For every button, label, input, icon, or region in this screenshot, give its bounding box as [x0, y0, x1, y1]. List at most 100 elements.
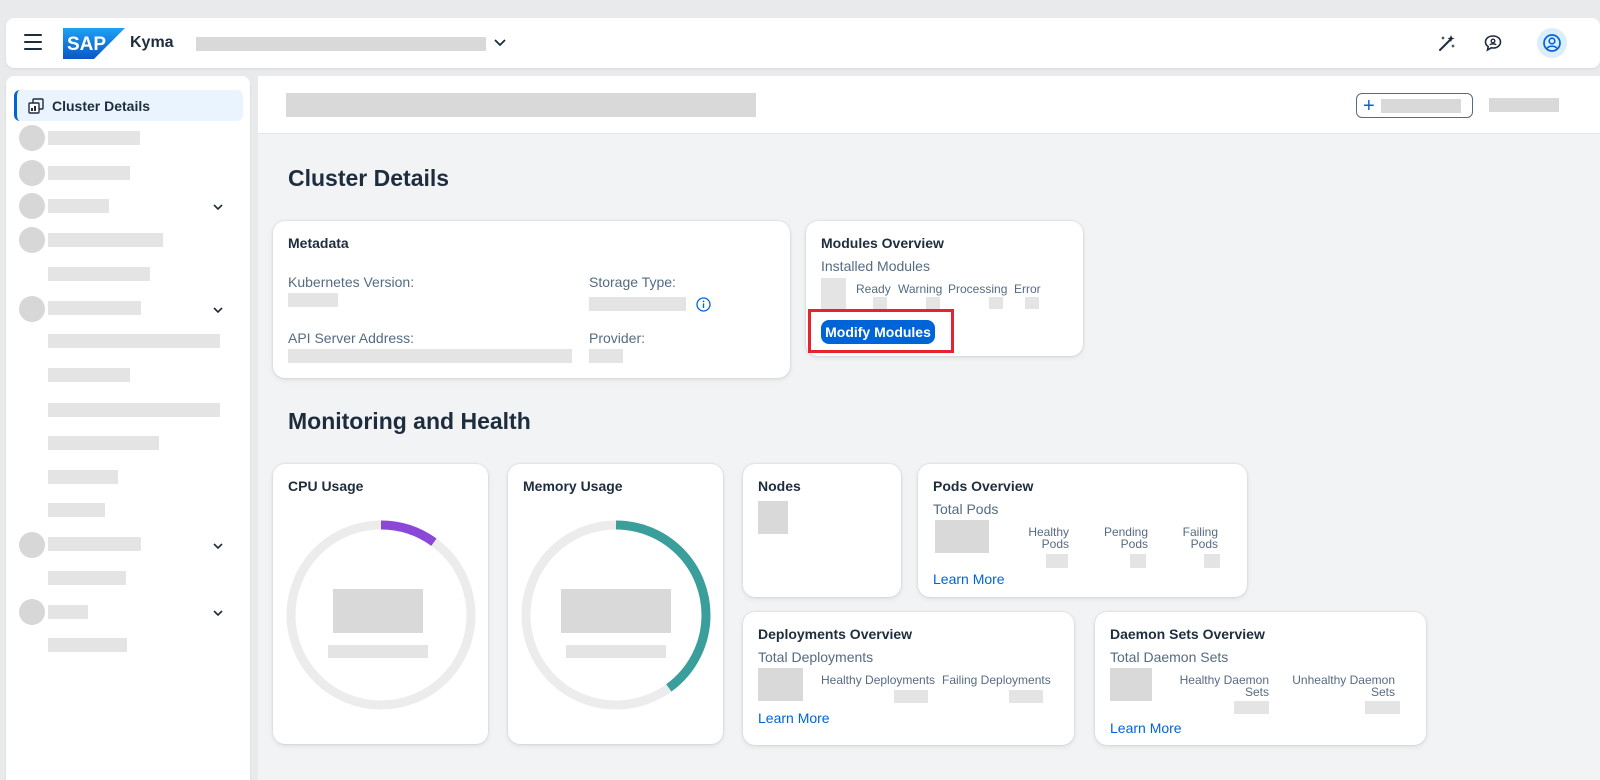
feedback-icon[interactable]: [1480, 30, 1506, 56]
sidebar-item-placeholder[interactable]: [48, 301, 141, 315]
sidebar-subitem-placeholder[interactable]: [48, 267, 150, 281]
info-icon[interactable]: [696, 297, 711, 312]
memory-usage-card: Memory Usage: [508, 464, 723, 744]
healthy-deployments-count: [894, 690, 928, 703]
cluster-details-heading: Cluster Details: [288, 165, 450, 191]
page-toolbar: +: [258, 76, 1600, 134]
warning-count: [926, 297, 940, 309]
modify-modules-button[interactable]: Modify Modules: [821, 320, 935, 344]
sidebar-item-icon-placeholder: [19, 160, 45, 186]
cluster-details-icon: [28, 97, 44, 114]
healthy-daemon-sets-label-line2: Sets: [1244, 685, 1269, 699]
provider-value: [589, 349, 623, 363]
chevron-down-icon[interactable]: [211, 200, 225, 214]
side-navigation: Cluster Details: [6, 76, 250, 780]
sidebar-item-placeholder[interactable]: [48, 199, 109, 213]
sidebar-item-placeholder[interactable]: [48, 537, 141, 551]
sidebar-item-placeholder[interactable]: [48, 166, 130, 180]
modules-overview-card: Modules Overview Installed Modules Ready…: [806, 221, 1083, 356]
chevron-down-icon[interactable]: [211, 606, 225, 620]
cpu-usage-value: [333, 589, 423, 633]
total-deployments-label: Total Deployments: [758, 649, 874, 665]
provider-label: Provider:: [589, 330, 646, 346]
daemon-sets-learn-more-link[interactable]: Learn More: [1110, 720, 1182, 736]
sidebar-item-label: Cluster Details: [52, 97, 151, 114]
pending-pods-label-line2: Pods: [1120, 537, 1148, 551]
card-title: CPU Usage: [288, 478, 364, 494]
chevron-down-icon[interactable]: [493, 35, 507, 49]
card-title: Metadata: [288, 235, 349, 251]
chevron-down-icon[interactable]: [211, 303, 225, 317]
card-title: Nodes: [758, 478, 801, 494]
daemon-sets-overview-card: Daemon Sets Overview Total Daemon Sets H…: [1095, 612, 1426, 745]
sidebar-subitem-placeholder[interactable]: [48, 368, 130, 382]
failing-pods-label-line2: Pods: [1190, 537, 1218, 551]
installed-modules-label: Installed Modules: [821, 258, 930, 274]
cpu-usage-card: CPU Usage: [273, 464, 488, 744]
pods-overview-card: Pods Overview Total Pods Healthy Pods Pen…: [918, 464, 1247, 597]
shell-header: SAP Kyma: [6, 18, 1600, 68]
toolbar-action-placeholder[interactable]: [1489, 98, 1559, 112]
sap-logo: SAP: [63, 28, 125, 59]
pending-pods-count: [1130, 554, 1146, 568]
app-name[interactable]: Kyma: [130, 34, 174, 52]
memory-usage-value: [561, 589, 671, 633]
failing-deployments-count: [1009, 690, 1043, 703]
sidebar-subitem-placeholder[interactable]: [48, 503, 105, 517]
sidebar-item-icon-placeholder: [19, 532, 45, 558]
sidebar-subitem-placeholder[interactable]: [48, 470, 118, 484]
sidebar-subitem-placeholder[interactable]: [48, 638, 127, 652]
chevron-down-icon[interactable]: [211, 539, 225, 553]
unhealthy-daemon-sets-count: [1365, 701, 1400, 714]
monitoring-and-health-heading: Monitoring and Health: [288, 408, 531, 434]
deployments-learn-more-link[interactable]: Learn More: [758, 710, 830, 726]
total-pods-label: Total Pods: [933, 501, 999, 517]
sidebar-subitem-placeholder[interactable]: [48, 334, 220, 348]
pods-learn-more-link[interactable]: Learn More: [933, 571, 1005, 587]
user-avatar-icon[interactable]: [1537, 28, 1567, 58]
healthy-pods-label-line2: Pods: [1041, 537, 1069, 551]
sidebar-item-placeholder[interactable]: [48, 131, 140, 145]
failing-pods-count: [1204, 554, 1220, 568]
healthy-pods-label: Healthy Pods: [1013, 526, 1069, 550]
hamburger-menu-icon[interactable]: [24, 34, 42, 50]
sidebar-item-icon-placeholder: [19, 125, 45, 151]
sidebar-item-placeholder[interactable]: [48, 233, 163, 247]
context-selector-placeholder[interactable]: [196, 37, 486, 51]
api-server-address-label: API Server Address:: [288, 330, 415, 346]
warning-label: Warning: [898, 282, 943, 296]
sidebar-item-placeholder[interactable]: [48, 605, 88, 619]
sidebar-subitem-placeholder[interactable]: [48, 436, 159, 450]
healthy-daemon-sets-count: [1234, 701, 1269, 714]
ai-assistant-icon[interactable]: [1434, 30, 1460, 56]
metadata-card: Metadata Kubernetes Version: Storage Typ…: [273, 221, 790, 378]
create-button[interactable]: +: [1356, 93, 1473, 118]
card-title: Modules Overview: [821, 235, 944, 251]
create-button-label-placeholder: [1380, 98, 1461, 113]
pending-pods-label: Pending Pods: [1088, 526, 1148, 550]
sidebar-subitem-placeholder[interactable]: [48, 403, 220, 417]
kubernetes-version-label: Kubernetes Version:: [288, 274, 415, 290]
sidebar-item-cluster-details[interactable]: Cluster Details: [14, 90, 243, 121]
processing-label: Processing: [948, 282, 1008, 296]
processing-count: [989, 297, 1003, 309]
installed-modules-count: [821, 278, 846, 310]
nodes-count: [758, 501, 788, 534]
ready-count: [873, 297, 887, 309]
sidebar-item-icon-placeholder: [19, 296, 45, 322]
memory-usage-subvalue: [566, 645, 666, 658]
error-count: [1025, 297, 1039, 309]
card-title: Memory Usage: [523, 478, 623, 494]
api-server-address-value: [288, 349, 572, 363]
healthy-daemon-sets-label: Healthy Daemon Sets: [1173, 674, 1269, 698]
sidebar-subitem-placeholder[interactable]: [48, 571, 126, 585]
failing-pods-label: Failing Pods: [1168, 526, 1218, 550]
card-title: Deployments Overview: [758, 626, 913, 642]
unhealthy-daemon-sets-label-line2: Sets: [1370, 685, 1395, 699]
total-deployments-count: [758, 668, 803, 701]
total-pods-count: [935, 520, 989, 553]
sidebar-item-icon-placeholder: [19, 227, 45, 253]
card-title: Daemon Sets Overview: [1110, 626, 1265, 642]
failing-deployments-label: Failing Deployments: [942, 673, 1051, 687]
total-daemon-sets-count: [1110, 668, 1152, 701]
